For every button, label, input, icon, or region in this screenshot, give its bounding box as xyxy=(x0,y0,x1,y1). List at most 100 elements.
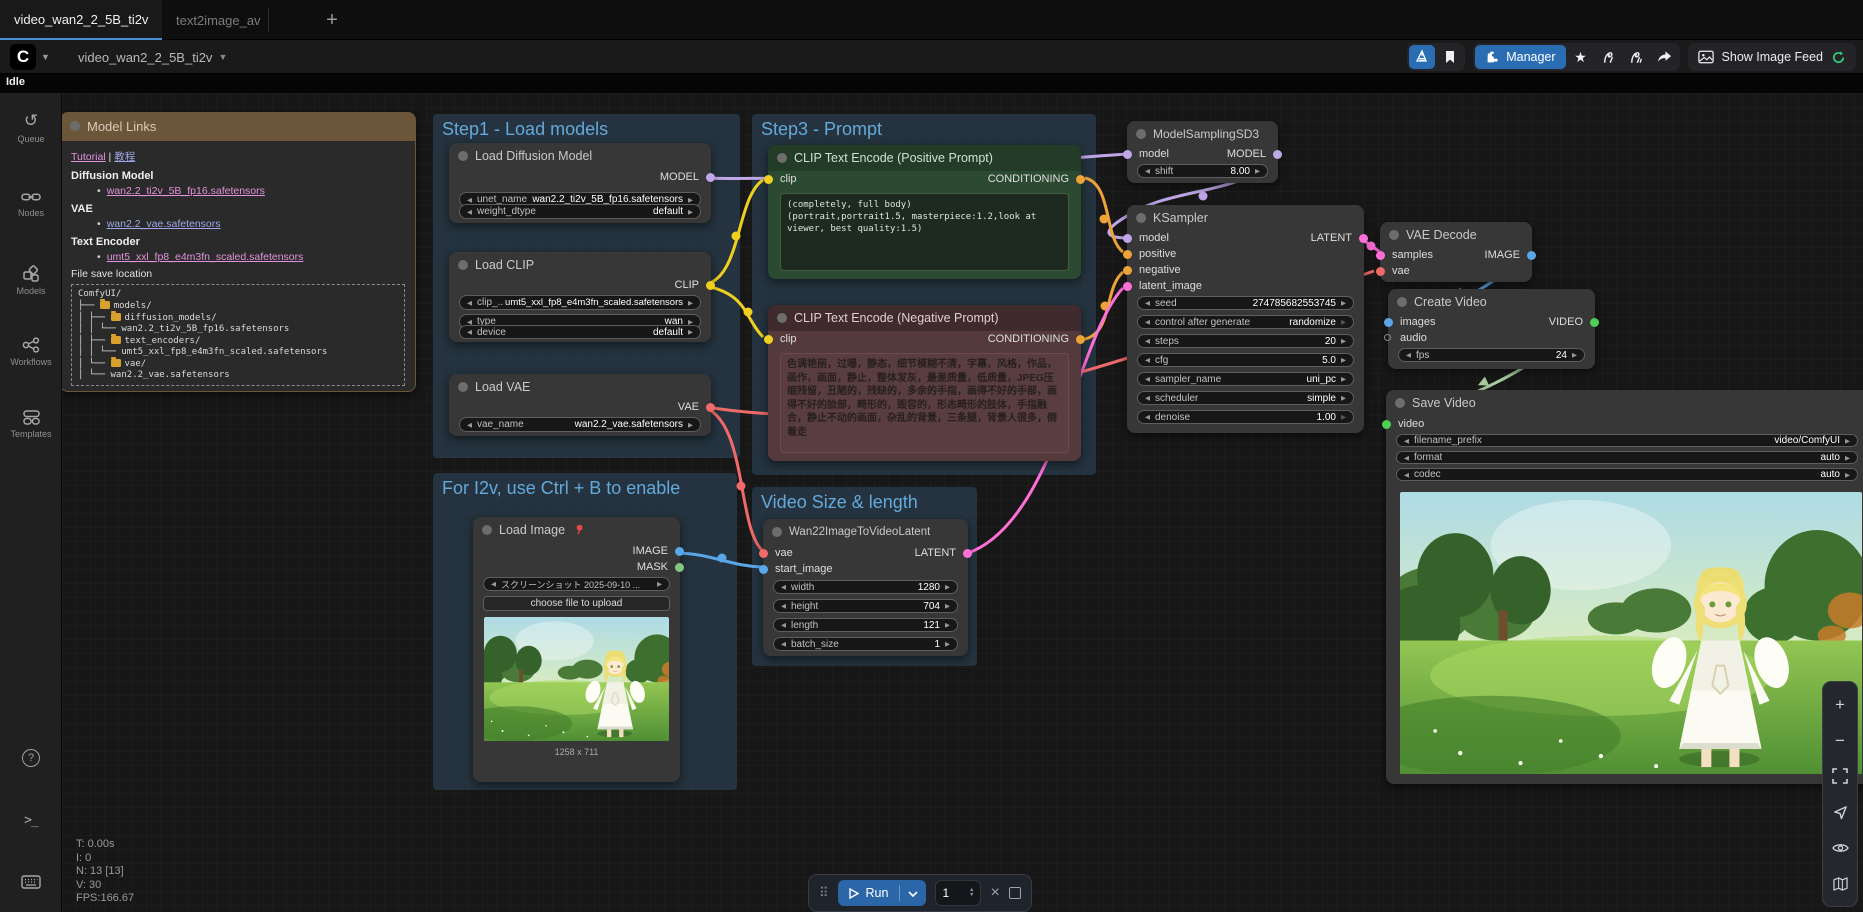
node-header[interactable]: Load VAE xyxy=(449,374,711,400)
widget-cfg[interactable]: ◀cfg5.0▶ xyxy=(1137,353,1354,367)
tab-video-wan[interactable]: video_wan2_2_5B_ti2v xyxy=(0,0,162,40)
batch-count-input[interactable]: 1 ▲▼ xyxy=(935,880,981,906)
diffusion-model-link[interactable]: wan2.2_ti2v_5B_fp16.safetensors xyxy=(107,185,265,197)
tutorial-link[interactable]: Tutorial xyxy=(71,151,106,163)
new-tab-button[interactable]: + xyxy=(318,6,346,34)
widget-shift[interactable]: ◀shift8.00▶ xyxy=(1137,164,1268,178)
node-ksampler[interactable]: KSampler model LATENT positive negative … xyxy=(1127,205,1364,433)
favorites-button[interactable]: ★ xyxy=(1568,45,1594,69)
collapse-dot-icon[interactable] xyxy=(777,313,787,323)
widget-fps[interactable]: ◀fps24▶ xyxy=(1398,348,1585,362)
node-header[interactable]: Create Video xyxy=(1388,289,1595,315)
input-model[interactable]: model xyxy=(1139,232,1169,246)
share-button[interactable] xyxy=(1652,45,1678,69)
choose-file-button[interactable]: choose file to upload xyxy=(483,596,670,611)
vae-link[interactable]: wan2.2_vae.safetensors xyxy=(107,218,221,230)
output-conditioning[interactable]: CONDITIONING xyxy=(988,333,1069,347)
node-load-diffusion-model[interactable]: Load Diffusion Model MODEL ◀unet_namewan… xyxy=(449,143,711,223)
node-load-clip[interactable]: Load CLIP CLIP ◀clip_..umt5_xxl_fp8_e4m3… xyxy=(449,252,711,342)
collapse-dot-icon[interactable] xyxy=(70,121,80,131)
collapse-dot-icon[interactable] xyxy=(482,525,492,535)
collapse-dot-icon[interactable] xyxy=(458,382,468,392)
input-clip[interactable]: clip xyxy=(780,333,797,347)
widget-filename-prefix[interactable]: ◀filename_prefixvideo/ComfyUI▶ xyxy=(1396,434,1858,447)
minimap-button[interactable] xyxy=(1825,870,1855,898)
widget-device[interactable]: ◀devicedefault▶ xyxy=(459,325,701,339)
output-image[interactable]: IMAGE xyxy=(633,545,668,559)
fit-view-button[interactable] xyxy=(1825,762,1855,790)
input-samples[interactable]: samples xyxy=(1392,249,1433,263)
count-steppers[interactable]: ▲▼ xyxy=(969,888,974,898)
output-latent[interactable]: LATENT xyxy=(1311,232,1352,246)
input-model[interactable]: model xyxy=(1139,148,1169,162)
sidebar-item-models[interactable]: Models xyxy=(0,265,62,296)
widget-length[interactable]: ◀length121▶ xyxy=(773,618,958,632)
collapse-dot-icon[interactable] xyxy=(1389,230,1399,240)
sidebar-item-templates[interactable]: Templates xyxy=(0,409,62,439)
node-header[interactable]: VAE Decode xyxy=(1380,222,1532,248)
graph-view-button[interactable] xyxy=(1409,45,1435,69)
node-header[interactable]: Wan22ImageToVideoLatent xyxy=(763,519,968,545)
node-load-image[interactable]: Load Image IMAGE MASK ◀スクリーンショット 2025-09… xyxy=(473,517,680,782)
node-create-video[interactable]: Create Video images VIDEO audio ◀fps24▶ xyxy=(1388,289,1595,369)
stop-button[interactable] xyxy=(1009,887,1021,899)
help-button[interactable]: ? xyxy=(0,748,62,767)
node-header[interactable]: Load CLIP xyxy=(449,252,711,278)
node-header[interactable]: Load Diffusion Model xyxy=(449,143,711,169)
input-negative[interactable]: negative xyxy=(1139,264,1181,278)
cancel-button[interactable]: × xyxy=(990,884,999,902)
show-image-feed-button[interactable]: Show Image Feed xyxy=(1690,45,1854,69)
input-audio[interactable]: audio xyxy=(1400,332,1427,346)
run-options-chevron-icon[interactable] xyxy=(900,886,926,900)
manager-extra-button-2[interactable] xyxy=(1624,45,1650,69)
output-model[interactable]: MODEL xyxy=(660,171,699,185)
bookmark-button[interactable] xyxy=(1437,45,1463,69)
collapse-dot-icon[interactable] xyxy=(1136,129,1146,139)
widget-vae-name[interactable]: ◀vae_namewan2.2_vae.safetensors▶ xyxy=(459,417,701,432)
widget-clip-name[interactable]: ◀clip_..umt5_xxl_fp8_e4m3fn_scaled.safet… xyxy=(459,295,701,310)
comfyui-logo[interactable]: C xyxy=(10,44,36,70)
sidebar-item-nodes[interactable]: Nodes xyxy=(0,189,62,218)
tutorial-zh-link[interactable]: 教程 xyxy=(114,151,135,163)
zoom-in-button[interactable]: + xyxy=(1825,690,1855,718)
collapse-dot-icon[interactable] xyxy=(772,527,782,537)
toggle-link-visibility-button[interactable] xyxy=(1825,834,1855,862)
tab-text2image[interactable]: text2image_av xyxy=(162,0,268,40)
input-vae[interactable]: vae xyxy=(1392,265,1410,279)
collapse-dot-icon[interactable] xyxy=(458,260,468,270)
widget-image-select[interactable]: ◀スクリーンショット 2025-09-10 ...▶ xyxy=(483,577,670,591)
terminal-button[interactable]: >_ xyxy=(0,811,62,829)
output-mask[interactable]: MASK xyxy=(637,561,668,575)
output-latent[interactable]: LATENT xyxy=(915,547,956,561)
widget-batch-size[interactable]: ◀batch_size1▶ xyxy=(773,637,958,651)
widget-scheduler[interactable]: ◀schedulersimple▶ xyxy=(1137,391,1354,405)
collapse-dot-icon[interactable] xyxy=(777,153,787,163)
collapse-dot-icon[interactable] xyxy=(458,151,468,161)
input-images[interactable]: images xyxy=(1400,316,1435,330)
widget-codec[interactable]: ◀codecauto▶ xyxy=(1396,468,1858,481)
widget-width[interactable]: ◀width1280▶ xyxy=(773,580,958,594)
workflow-name-menu[interactable]: video_wan2_2_5B_ti2v ▼ xyxy=(78,40,227,74)
note-header[interactable]: Model Links xyxy=(61,113,415,141)
widget-height[interactable]: ◀height704▶ xyxy=(773,599,958,613)
select-mode-button[interactable] xyxy=(1825,798,1855,826)
node-save-video[interactable]: Save Video video ◀filename_prefixvideo/C… xyxy=(1386,390,1863,784)
node-clip-encode-negative[interactable]: CLIP Text Encode (Negative Prompt) clip … xyxy=(768,305,1081,461)
node-modelsampling-sd3[interactable]: ModelSamplingSD3 model MODEL ◀shift8.00▶ xyxy=(1127,121,1278,183)
node-header[interactable]: CLIP Text Encode (Negative Prompt) xyxy=(768,305,1081,331)
manager-extra-button-1[interactable] xyxy=(1596,45,1622,69)
run-button[interactable]: Run xyxy=(838,880,927,906)
shortcuts-button[interactable] xyxy=(0,875,62,894)
input-start-image[interactable]: start_image xyxy=(775,563,832,577)
node-wan22-image-to-video-latent[interactable]: Wan22ImageToVideoLatent vae LATENT start… xyxy=(763,519,968,656)
widget-seed[interactable]: ◀seed274785682553745▶ xyxy=(1137,296,1354,310)
widget-weight-dtype[interactable]: ◀weight_dtypedefault▶ xyxy=(459,204,701,219)
sidebar-item-queue[interactable]: ↺ Queue xyxy=(0,111,62,144)
drag-handle[interactable]: ⠿ xyxy=(819,885,829,901)
sidebar-item-workflows[interactable]: Workflows xyxy=(0,337,62,367)
output-model[interactable]: MODEL xyxy=(1227,148,1266,162)
input-video[interactable]: video xyxy=(1398,418,1424,432)
positive-prompt-textarea[interactable]: (completely, full body) (portrait,portra… xyxy=(780,193,1069,271)
node-header[interactable]: CLIP Text Encode (Positive Prompt) xyxy=(768,145,1081,171)
input-positive[interactable]: positive xyxy=(1139,248,1176,262)
